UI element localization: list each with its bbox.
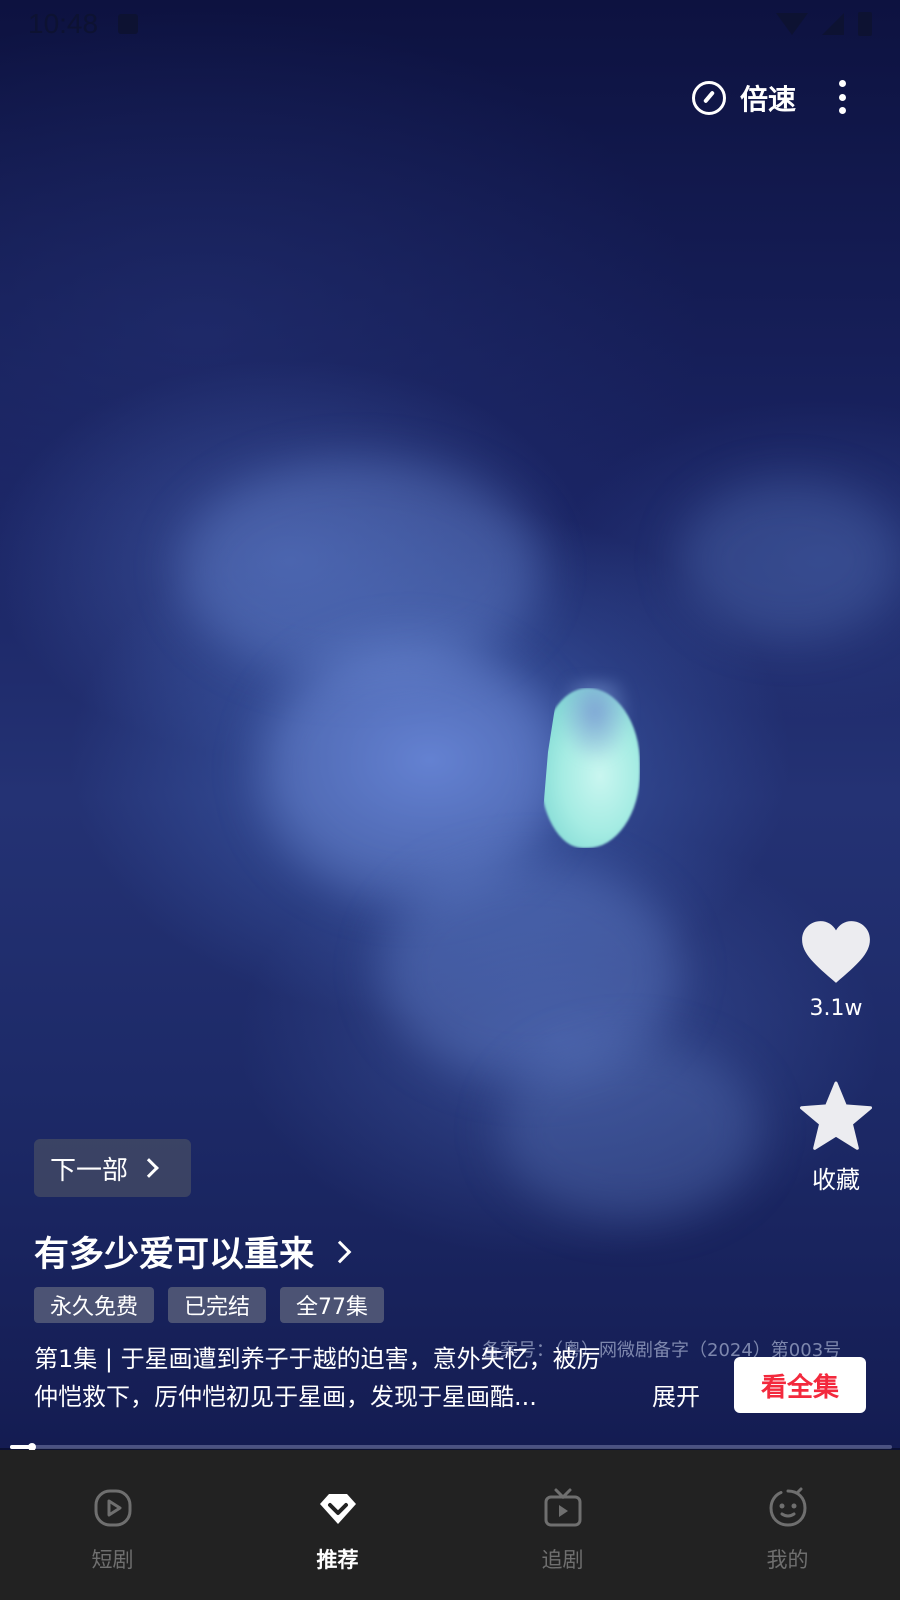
tag-free: 永久免费 <box>34 1287 155 1323</box>
chevron-right-icon <box>139 1158 159 1178</box>
wifi-icon <box>776 13 808 35</box>
progress-bar[interactable] <box>10 1443 892 1451</box>
tag-episode-count: 全77集 <box>280 1287 385 1323</box>
like-button[interactable]: 3.1w <box>798 918 874 1021</box>
nav-label: 推荐 <box>316 1548 359 1572</box>
more-dot-icon <box>838 93 846 101</box>
expand-synopsis-button[interactable]: 展开 <box>652 1378 700 1416</box>
nav-item-profile[interactable]: 我的 <box>675 1450 900 1600</box>
favorite-label: 收藏 <box>812 1166 860 1194</box>
synopsis-line: 第1集 | 于星画遭到养子于越的迫害，意外失忆，被厉 <box>34 1345 601 1373</box>
next-part-label: 下一部 <box>50 1155 129 1186</box>
signal-icon <box>822 13 844 35</box>
drama-tags: 永久免费 已完结 全77集 <box>34 1287 385 1323</box>
favorite-button[interactable]: 收藏 <box>796 1080 876 1195</box>
nav-label: 追剧 <box>541 1548 584 1572</box>
tag-completed: 已完结 <box>168 1287 267 1323</box>
speedometer-icon <box>692 81 726 115</box>
more-options-button[interactable] <box>832 80 852 114</box>
play-circle-icon <box>91 1486 135 1530</box>
cloud-shape <box>680 480 900 640</box>
diamond-icon <box>316 1486 360 1530</box>
drama-title-link[interactable]: 有多少爱可以重来 <box>34 1226 352 1277</box>
speed-label: 倍速 <box>740 83 797 116</box>
status-icons <box>776 12 872 36</box>
heart-icon <box>802 921 870 983</box>
like-count: 3.1w <box>809 996 863 1021</box>
battery-icon <box>858 12 872 36</box>
playback-speed-button[interactable]: 倍速 <box>692 78 796 118</box>
synopsis-line: 仲恺救下，厉仲恺初见于星画，发现于星画酷... <box>34 1383 537 1411</box>
star-icon <box>800 1081 872 1150</box>
nav-item-recommend[interactable]: 推荐 <box>225 1450 450 1600</box>
watch-all-button[interactable]: 看全集 <box>734 1357 866 1413</box>
nav-item-following[interactable]: 追剧 <box>450 1450 675 1600</box>
moon-cloud-overlay <box>560 680 630 760</box>
more-dot-icon <box>838 107 846 114</box>
nav-label: 短剧 <box>91 1548 134 1572</box>
cloud-shape <box>500 1040 760 1220</box>
status-bar: 10:48 <box>0 0 900 48</box>
nav-label: 我的 <box>766 1548 809 1572</box>
chevron-right-icon <box>328 1240 352 1263</box>
next-part-button[interactable]: 下一部 <box>34 1139 191 1197</box>
status-time: 10:48 <box>28 8 99 39</box>
more-dot-icon <box>838 80 846 87</box>
synopsis: 第1集 | 于星画遭到养子于越的迫害，意外失忆，被厉 仲恺救下，厉仲恺初见于星画… <box>34 1340 694 1416</box>
notification-icon <box>118 14 139 34</box>
nav-item-short-drama[interactable]: 短剧 <box>0 1450 225 1600</box>
drama-title: 有多少爱可以重来 <box>34 1235 315 1275</box>
tv-icon <box>541 1486 585 1530</box>
face-icon <box>766 1486 810 1530</box>
bottom-navigation: 短剧 推荐 追剧 我的 <box>0 1450 900 1600</box>
